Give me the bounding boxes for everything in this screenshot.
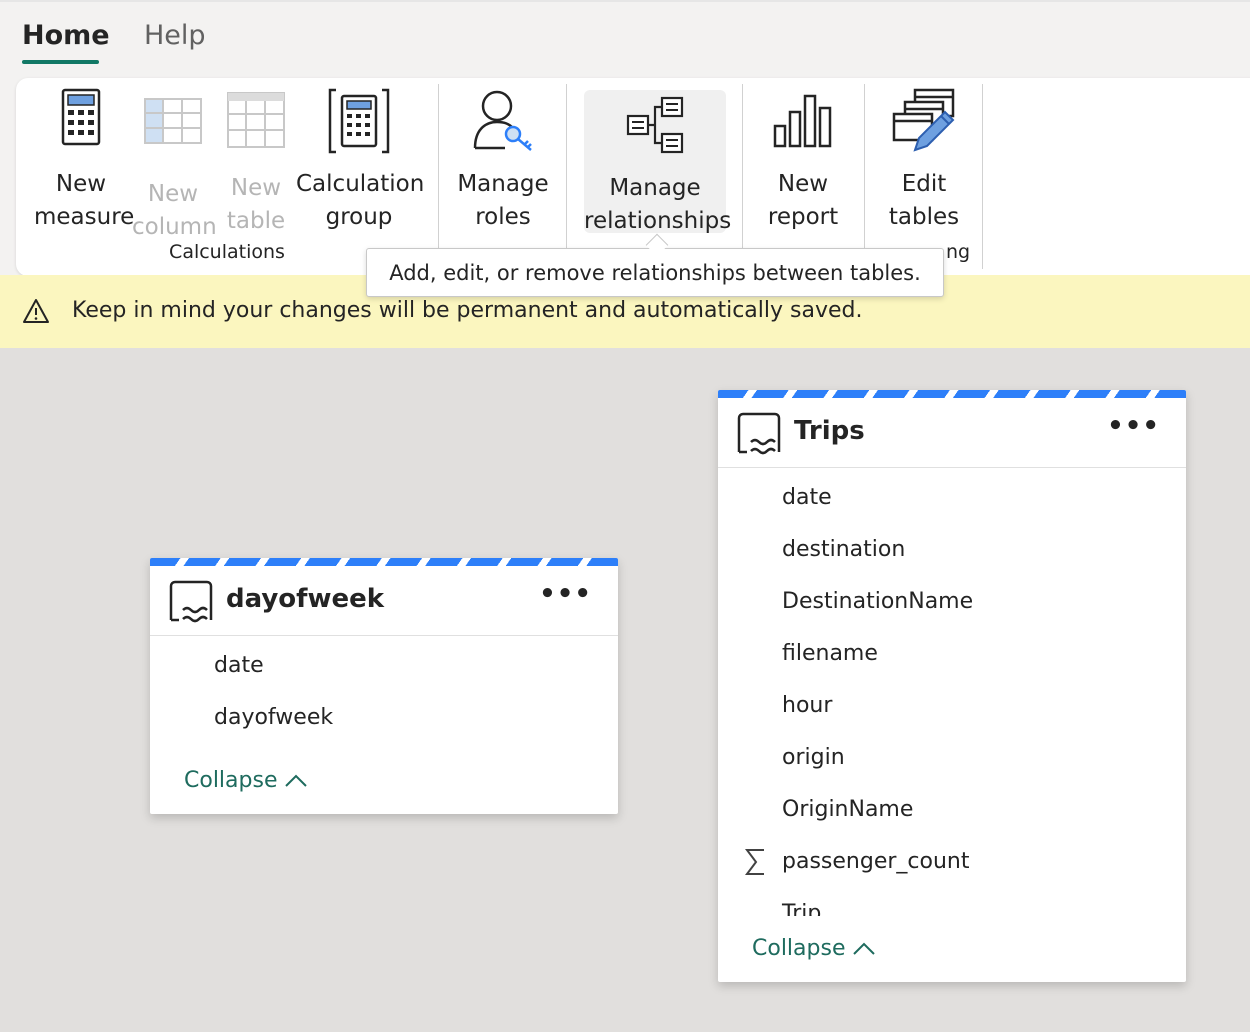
table-grid-icon [218, 92, 294, 172]
new-table-label-2: table [226, 208, 286, 234]
warning-text: Keep in mind your changes will be perman… [72, 298, 863, 323]
table-field-row[interactable]: DestinationName [718, 576, 1186, 628]
new-measure-button[interactable]: New measure [34, 88, 135, 234]
collapse-label: Collapse [752, 936, 846, 961]
field-name: DestinationName [782, 589, 974, 614]
new-table-label-1: New [230, 175, 282, 201]
field-list[interactable]: date destination DestinationName filenam… [718, 468, 1186, 916]
tooltip: Add, edit, or remove relationships betwe… [366, 248, 944, 297]
field-name: OriginName [782, 797, 914, 822]
new-report-label-1: New [777, 171, 829, 197]
manage-roles-label-2: roles [475, 204, 531, 230]
new-report-button[interactable]: New report [756, 88, 850, 234]
field-name: date [214, 653, 264, 678]
ribbon-divider [438, 84, 439, 269]
calculation-group-button[interactable]: Calculation group [296, 88, 425, 234]
table-card-trips[interactable]: Trips ••• date destination DestinationNa… [718, 390, 1186, 982]
relationships-icon [584, 96, 726, 172]
manage-relationships-button[interactable]: Manage relationships [584, 90, 731, 234]
collapse-button[interactable]: Collapse [752, 936, 876, 962]
more-options-icon[interactable]: ••• [539, 579, 592, 609]
collapse-label: Collapse [184, 768, 278, 793]
table-field-row[interactable]: origin [718, 732, 1186, 784]
ribbon-divider [566, 84, 567, 269]
table-card-header[interactable]: dayofweek ••• [150, 566, 618, 636]
manage-relationships-label-1: Manage [609, 175, 701, 201]
table-field-row[interactable]: date [150, 640, 618, 692]
table-card-header[interactable]: Trips ••• [718, 398, 1186, 468]
manage-roles-label-1: Manage [457, 171, 549, 197]
lakehouse-table-icon [167, 580, 215, 630]
field-name: filename [782, 641, 878, 666]
table-card-stripe [150, 558, 618, 566]
calculation-group-label-1: Calculation [296, 171, 425, 197]
calculator-icon [34, 88, 128, 168]
field-name: date [782, 485, 832, 510]
field-name: destination [782, 537, 906, 562]
user-key-icon [452, 88, 554, 168]
edit-tables-button[interactable]: Edit tables [878, 88, 970, 234]
tab-home[interactable]: Home [22, 20, 110, 51]
warning-icon [22, 298, 50, 328]
new-column-button[interactable]: New column [132, 88, 217, 244]
table-card-dayofweek[interactable]: dayofweek ••• date dayofweek Collapse [150, 558, 618, 814]
field-name: passenger_count [782, 849, 970, 874]
table-field-row[interactable]: dayofweek [150, 692, 618, 744]
table-field-row[interactable]: passenger_count [718, 836, 1186, 888]
new-column-label-1: New [147, 181, 199, 207]
field-name: dayofweek [214, 705, 334, 730]
new-table-button[interactable]: New table [218, 88, 294, 238]
more-options-icon[interactable]: ••• [1107, 411, 1160, 441]
new-measure-label-1: New [55, 171, 107, 197]
edit-tables-label-1: Edit [901, 171, 947, 197]
table-field-row[interactable]: hour [718, 680, 1186, 732]
ribbon-divider [864, 84, 865, 269]
calculation-group-icon [296, 88, 422, 168]
chevron-up-icon [284, 769, 308, 794]
bar-chart-icon [756, 88, 850, 168]
table-title: dayofweek [226, 584, 385, 614]
table-field-row[interactable]: OriginName [718, 784, 1186, 836]
chevron-up-icon [852, 937, 876, 962]
manage-roles-button[interactable]: Manage roles [452, 88, 554, 234]
ribbon-divider [982, 84, 983, 269]
new-report-label-2: report [767, 204, 839, 230]
edit-tables-icon [878, 88, 970, 168]
top-bar: Home Help New measure New column New tab… [0, 0, 1250, 276]
table-field-row[interactable]: filename [718, 628, 1186, 680]
table-card-stripe [718, 390, 1186, 398]
active-tab-indicator [22, 60, 99, 64]
new-column-label-2: column [132, 214, 217, 240]
field-name: Trip [782, 901, 822, 916]
table-field-row[interactable]: destination [718, 524, 1186, 576]
table-title: Trips [794, 416, 865, 446]
ribbon: New measure New column New table Calcula… [16, 78, 1250, 276]
group-label-calculations: Calculations [169, 241, 285, 263]
new-measure-label-2: measure [34, 204, 135, 230]
table-field-row[interactable]: date [718, 472, 1186, 524]
field-name: origin [782, 745, 845, 770]
calculation-group-label-2: group [325, 204, 393, 230]
table-field-row[interactable]: Trip [718, 888, 1186, 916]
column-grid-icon [132, 98, 214, 178]
manage-relationships-label-2: relationships [584, 208, 732, 234]
ribbon-divider [742, 84, 743, 269]
field-name: hour [782, 693, 833, 718]
group-label-modeling: ng [946, 241, 971, 263]
lakehouse-table-icon [735, 412, 783, 462]
tab-help[interactable]: Help [144, 20, 206, 51]
collapse-button[interactable]: Collapse [184, 768, 308, 794]
edit-tables-label-2: tables [888, 204, 960, 230]
